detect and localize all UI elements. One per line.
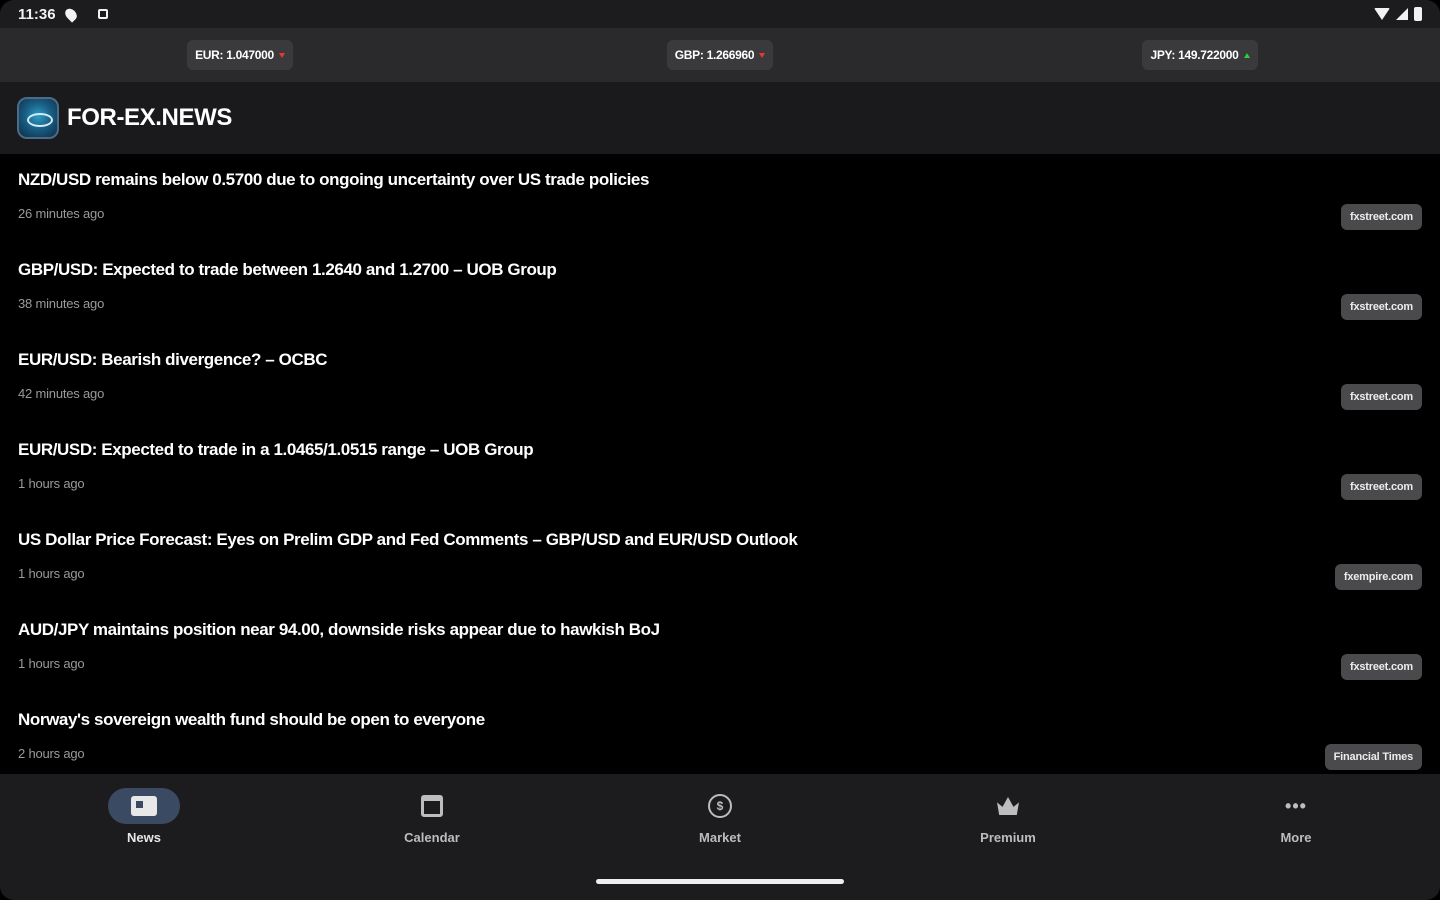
status-bar: 11:36 [0,0,1440,28]
app-bar: FOR-EX.NEWS [0,82,1440,154]
nav-icon-wrap: $ [684,788,756,824]
ticker-label: EUR: 1.047000 [195,48,274,62]
news-title: EUR/USD: Expected to trade in a 1.0465/1… [18,440,534,459]
location-icon [62,5,79,23]
nav-icon-wrap [108,788,180,824]
trend-down-icon [759,52,766,58]
bottom-nav: News Calendar $ Market Premium ••• More [0,774,1440,900]
nav-icon-wrap: ••• [1260,788,1332,824]
news-time: 1 hours ago [18,566,85,581]
currency-ticker: EUR: 1.047000 GBP: 1.266960 JPY: 149.722… [0,28,1440,82]
source-badge[interactable]: fxstreet.com [1340,294,1422,320]
ticker-gbp[interactable]: GBP: 1.266960 [666,40,774,70]
news-item[interactable]: Norway's sovereign wealth fund should be… [0,694,1440,774]
news-time: 42 minutes ago [18,386,105,401]
news-item[interactable]: US Dollar Price Forecast: Eyes on Prelim… [0,514,1440,604]
nav-label: Market [699,830,741,845]
ticker-jpy[interactable]: JPY: 149.722000 [1142,40,1258,70]
nav-label: Premium [980,830,1036,845]
crown-icon [997,797,1019,815]
ticker-eur[interactable]: EUR: 1.047000 [187,40,293,70]
app-logo-icon [17,97,59,139]
news-item[interactable]: EUR/USD: Expected to trade in a 1.0465/1… [0,424,1440,514]
news-time: 2 hours ago [18,746,85,761]
source-badge[interactable]: fxstreet.com [1340,384,1422,410]
battery-icon [1414,7,1422,21]
news-item[interactable]: EUR/USD: Bearish divergence? – OCBC 42 m… [0,334,1440,424]
app-title: FOR-EX.NEWS [67,104,232,131]
ticker-label: GBP: 1.266960 [674,48,755,62]
nav-icon-wrap [396,788,468,824]
nav-tab-market[interactable]: $ Market [576,774,864,864]
news-title: US Dollar Price Forecast: Eyes on Prelim… [18,530,798,549]
nav-label: News [127,830,161,845]
news-item[interactable]: GBP/USD: Expected to trade between 1.264… [0,244,1440,334]
app-screen: 11:36 EUR: 1.047000 GBP: 1.266960 JPY: 1… [0,0,1440,900]
source-badge[interactable]: fxempire.com [1334,564,1422,590]
news-item[interactable]: NZD/USD remains below 0.5700 due to ongo… [0,154,1440,244]
trend-down-icon [278,52,285,58]
signal-icon [1396,8,1408,20]
nav-tab-news[interactable]: News [0,774,288,864]
home-indicator[interactable] [596,879,844,884]
news-title: EUR/USD: Bearish divergence? – OCBC [18,350,328,369]
nav-tab-premium[interactable]: Premium [864,774,1152,864]
nav-tab-calendar[interactable]: Calendar [288,774,576,864]
news-title: GBP/USD: Expected to trade between 1.264… [18,260,557,279]
news-time: 38 minutes ago [18,296,105,311]
news-icon [131,796,157,816]
source-badge[interactable]: fxstreet.com [1340,654,1422,680]
source-badge[interactable]: fxstreet.com [1340,474,1422,500]
ticker-label: JPY: 149.722000 [1150,48,1239,62]
nav-icon-wrap [972,788,1044,824]
calendar-icon [421,795,443,817]
news-time: 26 minutes ago [18,206,105,221]
source-badge[interactable]: fxstreet.com [1340,204,1422,230]
news-title: AUD/JPY maintains position near 94.00, d… [18,620,660,639]
nav-tab-more[interactable]: ••• More [1152,774,1440,864]
news-time: 1 hours ago [18,476,85,491]
trend-up-icon [1243,52,1250,58]
market-icon: $ [708,794,732,818]
more-icon: ••• [1285,796,1307,816]
source-badge[interactable]: Financial Times [1324,744,1422,770]
news-item[interactable]: AUD/JPY maintains position near 94.00, d… [0,604,1440,694]
nav-label: Calendar [404,830,460,845]
nav-label: More [1280,830,1312,845]
news-title: Norway's sovereign wealth fund should be… [18,710,485,729]
status-time: 11:36 [18,5,56,23]
news-time: 1 hours ago [18,656,85,671]
news-list: NZD/USD remains below 0.5700 due to ongo… [0,154,1440,774]
wifi-icon [1374,8,1390,20]
notification-icon [97,9,108,19]
news-title: NZD/USD remains below 0.5700 due to ongo… [18,170,650,189]
